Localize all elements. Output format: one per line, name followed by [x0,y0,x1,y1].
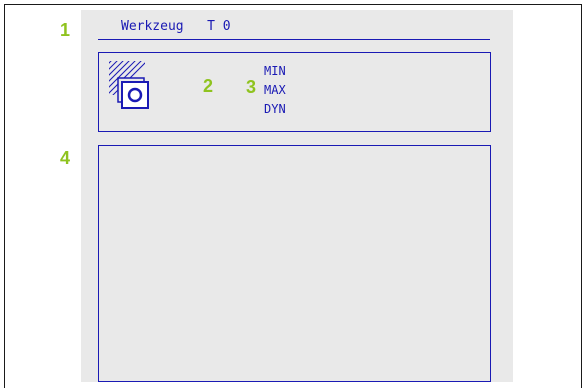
title-underline [98,39,490,40]
tool-holder-icon [109,61,149,109]
tool-title: Werkzeug T 0 [121,19,231,34]
mode-dyn: DYN [264,102,286,116]
tool-info-box [98,52,491,132]
tool-list-box [98,145,491,382]
callout-1: 1 [60,20,71,40]
mode-min: MIN [264,64,286,78]
mode-max: MAX [264,83,286,97]
callout-4: 4 [60,148,71,168]
